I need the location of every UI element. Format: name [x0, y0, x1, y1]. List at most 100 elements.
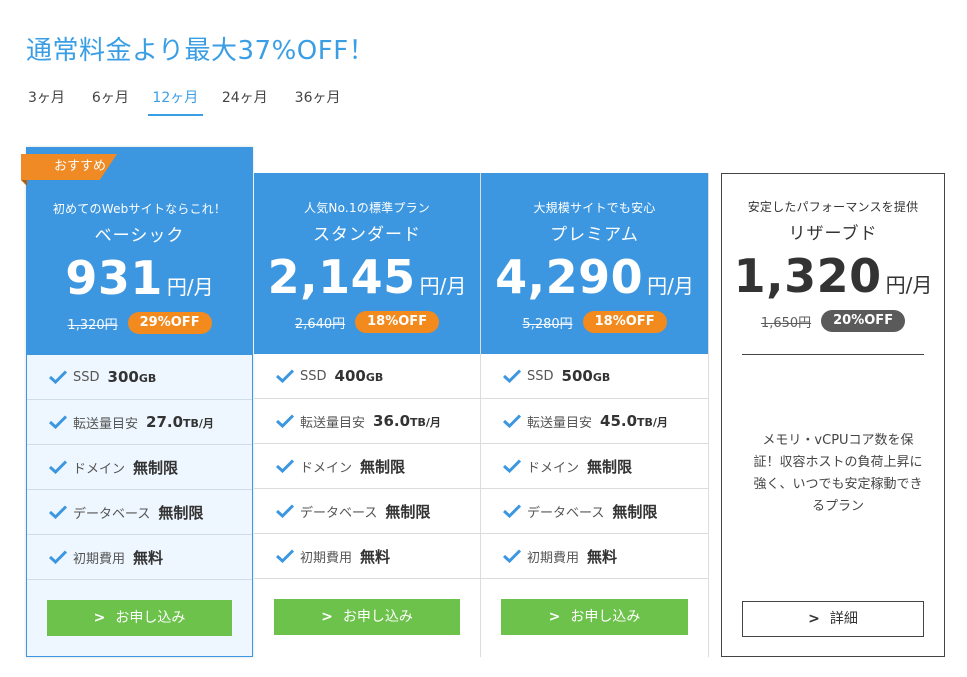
feature-transfer: 転送量目安 36.0TB/月: [254, 399, 480, 444]
check-icon: [49, 460, 67, 474]
page-headline: 通常料金より最大37%OFF！: [26, 36, 376, 66]
plan-description: メモリ・vCPUコア数を保証！収容ホストの負荷上昇に強く、いつでも安定稼動できる…: [753, 433, 923, 514]
feature-list: SSD 500GB 転送量目安 45.0TB/月 ドメイン 無制限 データベース…: [481, 354, 708, 579]
feature-list: SSD 400GB 転送量目安 36.0TB/月 ドメイン 無制限 データベース…: [254, 354, 480, 579]
check-icon: [276, 549, 294, 563]
plan-tagline: 大規模サイトでも安心: [533, 201, 656, 215]
divider: [742, 354, 924, 355]
tab-3-months[interactable]: 3ヶ月: [20, 86, 73, 116]
feature-database: データベース 無制限: [481, 489, 708, 534]
chevron-right-icon: >: [93, 610, 106, 626]
feature-label: データベース: [300, 505, 378, 521]
feature-value: 無制限: [360, 457, 406, 476]
check-icon: [276, 504, 294, 518]
feature-domain: ドメイン 無制限: [481, 444, 708, 489]
feature-label: SSD: [300, 368, 327, 384]
price-unit: 円/月: [647, 274, 694, 298]
plan-card-reserved: 安定したパフォーマンスを提供 リザーブド 1,320 円/月 1,650円 20…: [721, 173, 945, 657]
check-icon: [503, 369, 521, 383]
feature-ssd: SSD 500GB: [481, 354, 708, 399]
button-label: お申し込み: [342, 609, 413, 625]
plan-name: プレミアム: [550, 225, 639, 245]
feature-label: データベース: [527, 505, 605, 521]
check-icon: [276, 459, 294, 473]
check-icon: [49, 370, 67, 384]
feature-value: 36.0TB/月: [373, 412, 441, 430]
button-label: お申し込み: [115, 610, 186, 626]
feature-value: 無料: [587, 547, 618, 566]
feature-value: 27.0TB/月: [146, 413, 214, 431]
feature-setup-fee: 初期費用 無料: [481, 534, 708, 579]
feature-value: 無制限: [385, 502, 431, 521]
badge-fold: [21, 180, 27, 186]
plan-name: ベーシック: [94, 226, 185, 246]
feature-label: 初期費用: [527, 550, 580, 566]
original-price: 1,650円: [760, 315, 812, 331]
feature-ssd: SSD 400GB: [254, 354, 480, 399]
chevron-right-icon: >: [321, 609, 333, 625]
feature-value: 無料: [360, 547, 391, 566]
feature-label: SSD: [527, 368, 554, 384]
tab-24-months[interactable]: 24ヶ月: [214, 86, 276, 116]
feature-database: データベース 無制限: [27, 490, 252, 535]
feature-value: 400GB: [334, 367, 384, 385]
original-price: 2,640円: [294, 316, 346, 332]
check-icon: [49, 415, 67, 429]
apply-button-premium[interactable]: > お申し込み: [501, 599, 688, 635]
feature-transfer: 転送量目安 27.0TB/月: [27, 400, 252, 445]
plan-price: 4,290: [495, 250, 644, 304]
plan-header: 人気No.1の標準プラン スタンダード 2,145 円/月 2,640円 18%…: [254, 173, 480, 354]
feature-setup-fee: 初期費用 無料: [27, 535, 252, 580]
price-unit: 円/月: [419, 274, 467, 298]
plan-card-standard: 人気No.1の標準プラン スタンダード 2,145 円/月 2,640円 18%…: [254, 173, 481, 657]
apply-button-standard[interactable]: > お申し込み: [274, 599, 460, 635]
price-unit: 円/月: [166, 275, 214, 299]
feature-value: 無制限: [158, 503, 204, 522]
check-icon: [503, 414, 521, 428]
discount-badge: 18%OFF: [355, 311, 440, 333]
feature-setup-fee: 初期費用 無料: [254, 534, 480, 579]
original-price: 1,320円: [67, 317, 118, 333]
feature-value: 無制限: [612, 502, 658, 521]
tab-6-months[interactable]: 6ヶ月: [84, 86, 137, 116]
original-price: 5,280円: [522, 316, 573, 332]
plan-tagline: 安定したパフォーマンスを提供: [747, 200, 919, 214]
period-tabs: 3ヶ月 6ヶ月 12ヶ月 24ヶ月 36ヶ月: [20, 86, 360, 116]
feature-value: 45.0TB/月: [600, 412, 668, 430]
tab-36-months[interactable]: 36ヶ月: [287, 86, 349, 116]
check-icon: [49, 505, 67, 519]
plan-name: スタンダード: [313, 225, 421, 245]
plan-tagline: 人気No.1の標準プラン: [304, 201, 430, 215]
feature-label: 転送量目安: [73, 416, 139, 432]
button-label: お申し込み: [570, 609, 641, 625]
check-icon: [503, 504, 521, 518]
check-icon: [503, 549, 521, 563]
plan-header: おすすめ 初めてのWebサイトならこれ！ ベーシック 931 円/月 1,320…: [21, 148, 252, 355]
feature-database: データベース 無制限: [254, 489, 480, 534]
feature-value: 500GB: [561, 367, 611, 385]
plan-header: 大規模サイトでも安心 プレミアム 4,290 円/月 5,280円 18%OFF: [481, 173, 708, 354]
feature-label: 初期費用: [300, 550, 353, 566]
feature-domain: ドメイン 無制限: [254, 444, 480, 489]
price-unit: 円/月: [885, 273, 933, 297]
discount-badge: 18%OFF: [582, 311, 667, 333]
check-icon: [503, 459, 521, 473]
feature-ssd: SSD 300GB: [27, 355, 252, 400]
feature-label: 初期費用: [73, 551, 126, 567]
plan-tagline: 初めてのWebサイトならこれ！: [52, 202, 227, 216]
feature-value: 300GB: [107, 368, 157, 386]
check-icon: [276, 369, 294, 383]
plan-header: 安定したパフォーマンスを提供 リザーブド 1,320 円/月 1,650円 20…: [722, 174, 944, 355]
feature-label: ドメイン: [300, 460, 353, 476]
feature-label: データベース: [73, 506, 151, 522]
details-button[interactable]: > 詳細: [742, 601, 924, 637]
tab-12-months[interactable]: 12ヶ月: [147, 86, 203, 116]
feature-label: ドメイン: [527, 460, 580, 476]
plan-card-premium: 大規模サイトでも安心 プレミアム 4,290 円/月 5,280円 18%OFF…: [481, 173, 709, 657]
feature-transfer: 転送量目安 45.0TB/月: [481, 399, 708, 444]
plan-card-basic: おすすめ 初めてのWebサイトならこれ！ ベーシック 931 円/月 1,320…: [21, 147, 253, 657]
feature-list: SSD 300GB 転送量目安 27.0TB/月 ドメイン 無制限 データベース…: [27, 355, 252, 580]
feature-label: 転送量目安: [527, 415, 593, 431]
apply-button-basic[interactable]: > お申し込み: [47, 600, 232, 636]
check-icon: [276, 414, 294, 428]
